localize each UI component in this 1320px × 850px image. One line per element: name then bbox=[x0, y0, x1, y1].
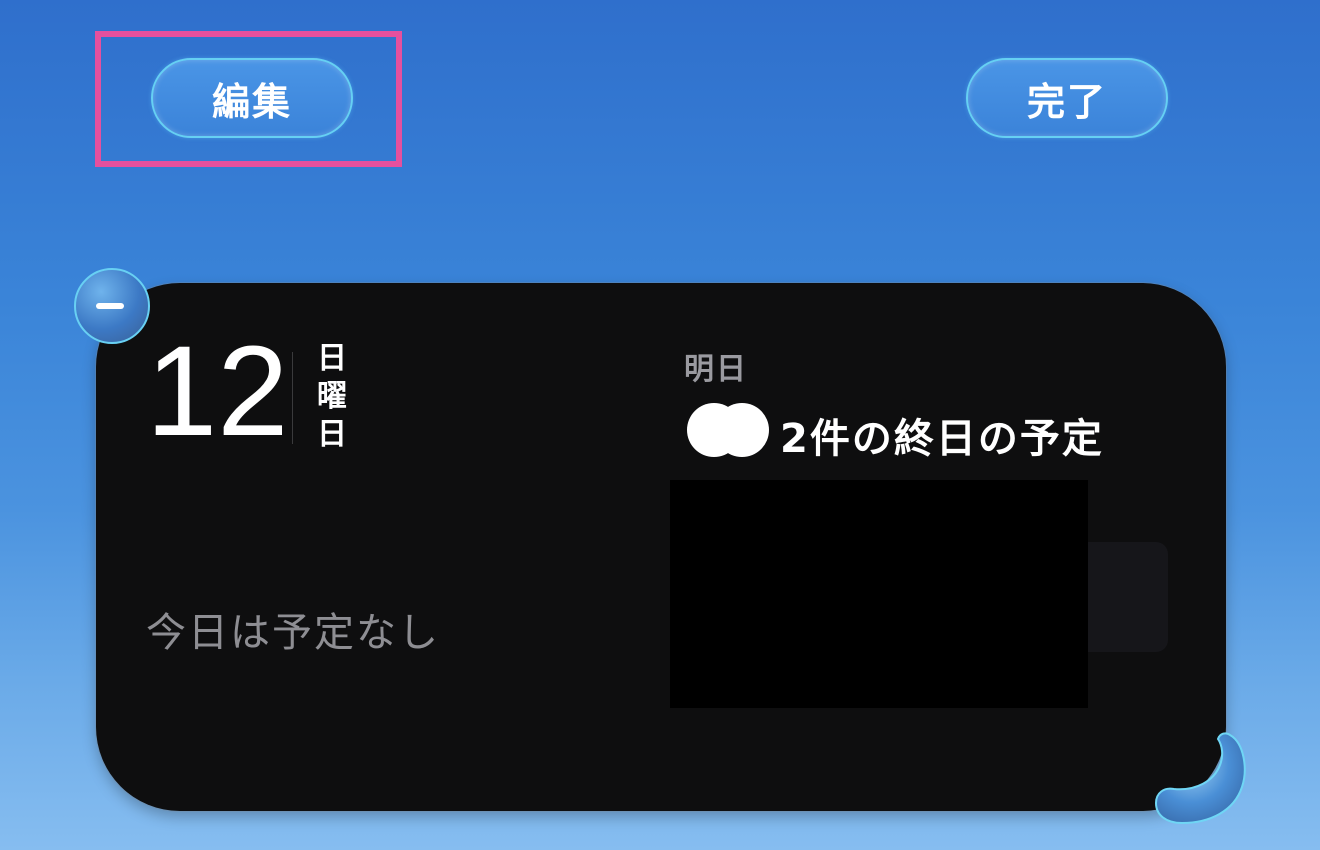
weekday-char: 日 bbox=[317, 341, 347, 376]
calendar-dot bbox=[715, 403, 769, 457]
done-button[interactable]: 完了 bbox=[966, 58, 1168, 138]
calendar-dots-icon bbox=[687, 403, 769, 457]
highlight-box bbox=[95, 31, 402, 167]
tomorrow-events: 2件の終日の予定 bbox=[780, 416, 1104, 462]
remove-widget-button[interactable] bbox=[74, 268, 150, 344]
weekday-label: 日 曜 日 bbox=[314, 340, 350, 454]
redacted-area bbox=[670, 480, 1088, 708]
weekday-char: 日 bbox=[317, 417, 347, 452]
date-divider bbox=[292, 352, 293, 444]
today-status: 今日は予定なし bbox=[146, 610, 440, 656]
stacked-widget-edge bbox=[1088, 542, 1168, 652]
minus-icon bbox=[96, 303, 124, 309]
resize-handle-icon[interactable] bbox=[1152, 729, 1247, 827]
tomorrow-label: 明日 bbox=[684, 352, 748, 387]
date-number: 12 bbox=[146, 320, 289, 463]
weekday-char: 曜 bbox=[317, 379, 347, 414]
